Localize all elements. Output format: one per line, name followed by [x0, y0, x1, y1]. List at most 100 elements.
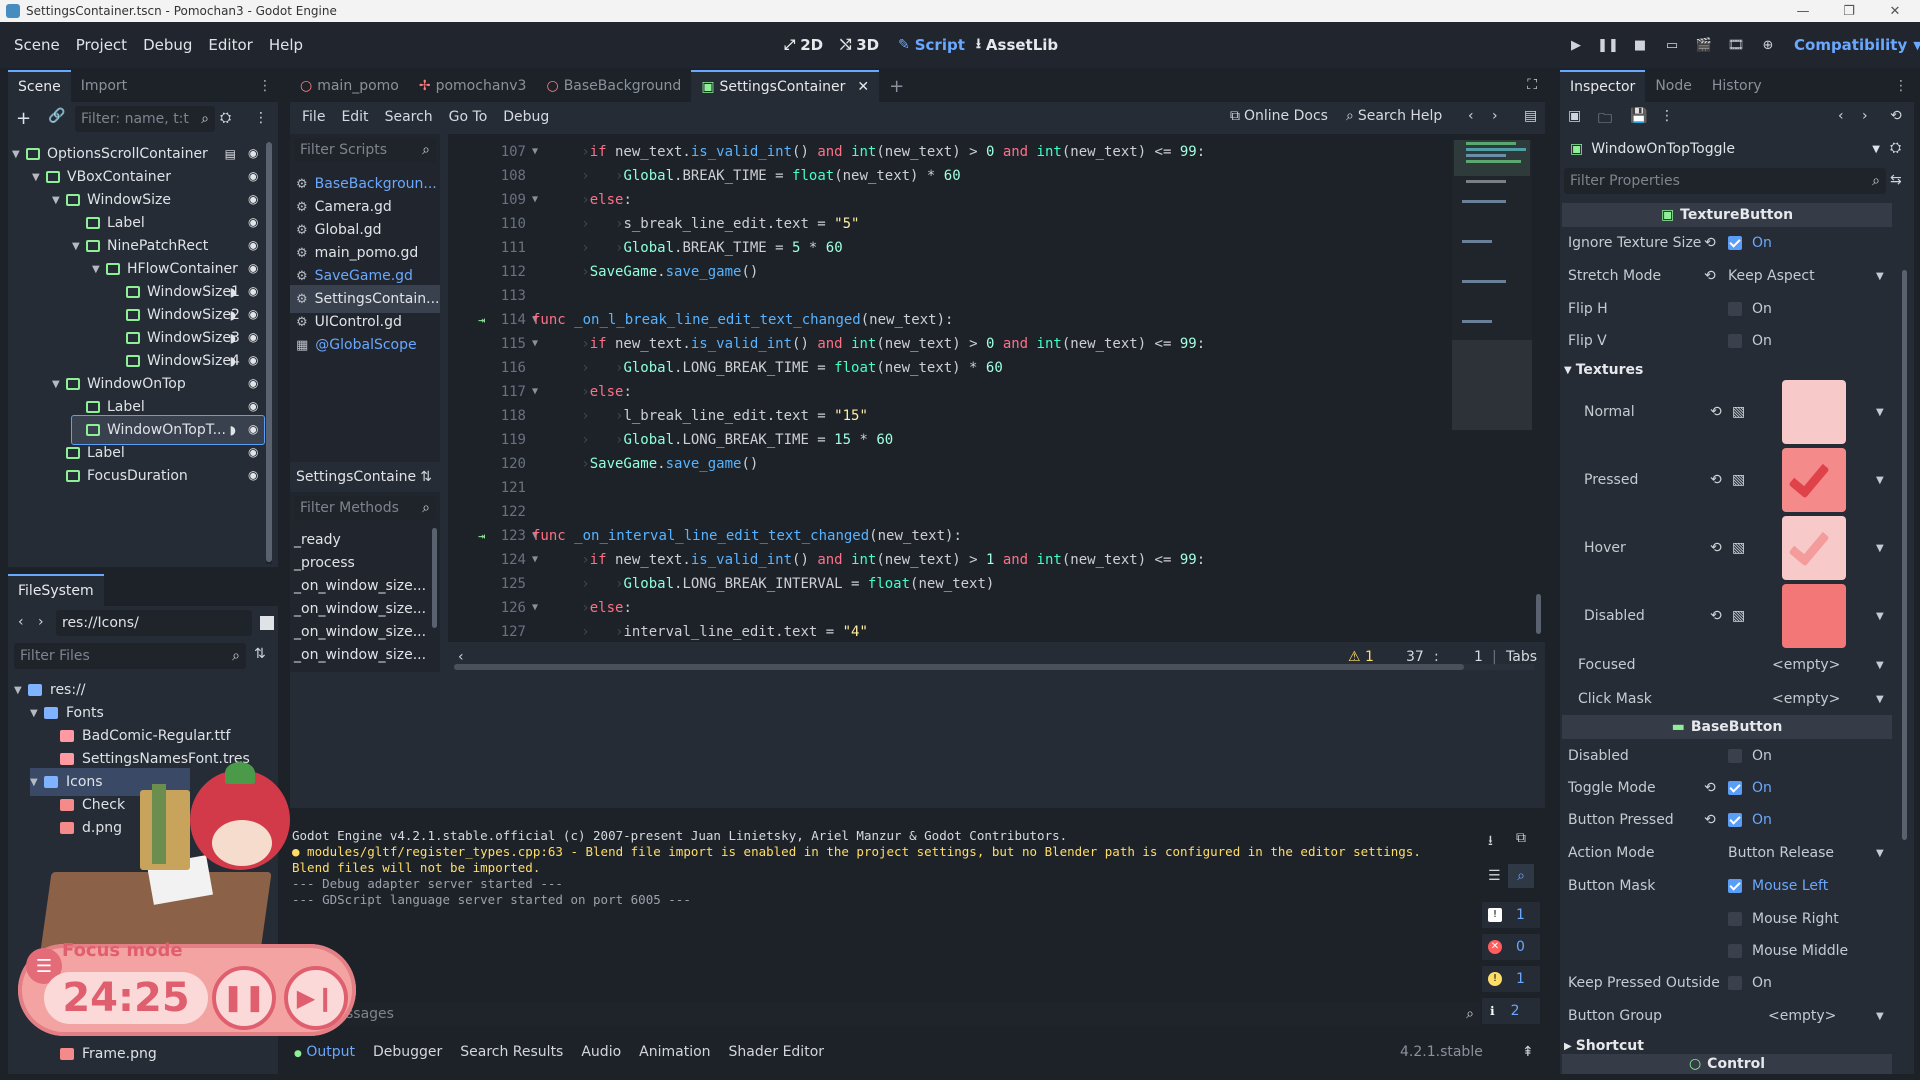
script-menu-debug[interactable]: Debug [495, 109, 557, 125]
checkbox[interactable] [1728, 749, 1742, 763]
fold-arrow-icon[interactable]: ▼ [532, 140, 538, 164]
property-value[interactable]: On [1728, 780, 1772, 796]
signal-icon[interactable]: ◗ [230, 331, 236, 345]
filter-warnings-button[interactable]: ! 1 [1482, 966, 1540, 992]
visibility-eye-icon[interactable]: ◉ [248, 307, 264, 323]
toggle-panel-icon[interactable]: ▤ [1524, 108, 1537, 124]
next-object-icon[interactable]: › [1862, 108, 1868, 124]
close-window-icon[interactable]: ✕ [1872, 0, 1918, 22]
property-value[interactable]: On [1728, 812, 1772, 828]
texture-property[interactable]: Pressed ⟲ ▧ ▼ [1560, 448, 1900, 512]
script-menu-edit[interactable]: Edit [333, 109, 376, 125]
signal-connection-icon[interactable]: ⇥ [478, 524, 485, 548]
collapse-left-icon[interactable]: ‹ [458, 649, 464, 665]
script-menu-file[interactable]: File [294, 109, 333, 125]
script-item[interactable]: ▦ @GlobalScope [290, 331, 440, 359]
copy-log-icon[interactable]: ⧉ [1516, 830, 1526, 846]
prop-focused[interactable]: Focused <empty> ▼ [1560, 650, 1900, 680]
play-custom-scene-icon[interactable]: 🎞 [1725, 34, 1747, 56]
add-tab-icon[interactable]: + [879, 70, 914, 102]
method-item[interactable]: _on_window_size... [290, 641, 430, 669]
menu-debug[interactable]: Debug [135, 36, 200, 54]
texture-preview[interactable] [1782, 516, 1846, 580]
section-basebutton[interactable]: ▬ BaseButton [1562, 715, 1892, 739]
filter-methods-input[interactable]: Filter Methods ⌕ [294, 496, 436, 520]
texture-property[interactable]: Hover ⟲ ▧ ▼ [1560, 516, 1900, 580]
signal-icon[interactable]: ◗ [230, 354, 236, 368]
indent-mode[interactable]: Tabs [1506, 649, 1537, 665]
inspector-options-icon[interactable]: ⇆ [1890, 172, 1902, 188]
tab-node[interactable]: Node [1645, 70, 1702, 102]
chevron-down-icon[interactable]: ▼ [30, 777, 40, 788]
property-value[interactable]: On [1728, 975, 1772, 991]
inspector-property[interactable]: Mouse Right [1560, 904, 1900, 934]
checkbox[interactable] [1728, 236, 1742, 250]
methods-scrollbar[interactable] [432, 528, 437, 628]
visibility-eye-icon[interactable]: ◉ [248, 353, 264, 369]
chevron-down-icon[interactable]: ▼ [1876, 407, 1884, 418]
visibility-eye-icon[interactable]: ◉ [248, 468, 264, 484]
tab-history[interactable]: History [1702, 70, 1772, 102]
checkbox[interactable] [1728, 781, 1742, 795]
tab-settingscontainer[interactable]: ▣ SettingsContainer ✕ [691, 70, 880, 102]
revert-icon[interactable]: ⟲ [1704, 268, 1716, 284]
filter-all-button[interactable]: ! 1 [1482, 902, 1540, 928]
scene-tree-scrollbar[interactable] [266, 142, 272, 564]
workspace-script-button[interactable]: ✎ Script [898, 22, 965, 68]
chevron-down-icon[interactable]: ▼ [1876, 611, 1884, 622]
inspector-property[interactable]: Flip H On [1560, 294, 1900, 324]
checkbox[interactable] [1728, 944, 1742, 958]
checkbox[interactable] [1728, 334, 1742, 348]
tab-scene[interactable]: Scene [8, 70, 71, 102]
load-texture-icon[interactable]: ▧ [1732, 608, 1745, 624]
visibility-eye-icon[interactable]: ◉ [248, 376, 264, 392]
visibility-eye-icon[interactable]: ◉ [248, 215, 264, 231]
chevron-down-icon[interactable]: ▼ [72, 241, 82, 252]
inspector-scrollbar[interactable] [1902, 270, 1907, 840]
revert-icon[interactable]: ⟲ [1710, 404, 1722, 420]
visibility-eye-icon[interactable]: ◉ [248, 146, 264, 162]
output-filter-input[interactable]: ssages ⌕ [310, 1002, 1480, 1026]
split-mode-icon[interactable] [260, 616, 274, 630]
tab-pomochanv3[interactable]: ✢ pomochanv3 [409, 70, 537, 102]
warning-count[interactable]: ⚠ 1 [1348, 649, 1374, 665]
tab-animation[interactable]: Animation [639, 1044, 710, 1060]
remote-debug-icon[interactable]: ▭ [1661, 34, 1683, 56]
tab-inspector[interactable]: Inspector [1560, 70, 1646, 102]
property-value[interactable]: Mouse Left [1728, 878, 1828, 894]
revert-icon[interactable]: ⟲ [1710, 608, 1722, 624]
code-minimap[interactable] [1452, 140, 1532, 430]
attach-script-icon[interactable]: ⛭ [220, 110, 231, 126]
checkbox[interactable] [1728, 976, 1742, 990]
collapse-duplicates-icon[interactable]: ☰ [1488, 868, 1501, 884]
show-search-icon[interactable]: ⌕ [1508, 864, 1534, 888]
load-texture-icon[interactable]: ▧ [1732, 404, 1745, 420]
inspector-property[interactable]: Mouse Middle [1560, 936, 1900, 966]
open-folder-icon[interactable]: 🗀 [1598, 108, 1612, 132]
filter-errors-button[interactable]: ✕ 0 [1482, 934, 1540, 960]
tab-import[interactable]: Import [71, 70, 137, 102]
filesystem-item[interactable]: Frame.png [46, 1040, 264, 1068]
texture-preview[interactable] [1782, 584, 1846, 648]
tab-main-pomo[interactable]: ○ main_pomo [290, 70, 409, 102]
revert-icon[interactable]: ⟲ [1704, 812, 1716, 828]
checkbox[interactable] [1728, 912, 1742, 926]
close-tab-icon[interactable]: ✕ [857, 79, 869, 95]
property-value[interactable]: Keep Aspect [1728, 268, 1815, 284]
code-editor[interactable]: 107 ▼ ›if new_text.is_valid_int() and int… [448, 134, 1545, 670]
inspector-property[interactable]: Disabled On [1560, 741, 1900, 771]
visibility-eye-icon[interactable]: ◉ [248, 399, 264, 415]
dock-menu-icon[interactable]: ⋮ [1894, 78, 1908, 94]
code-vscrollbar[interactable] [1536, 594, 1541, 634]
fold-arrow-icon[interactable]: ▼ [532, 548, 538, 572]
tab-debugger[interactable]: Debugger [373, 1044, 442, 1060]
play-icon[interactable]: ▶ [1565, 34, 1587, 56]
texture-preview[interactable] [1782, 380, 1846, 444]
revert-icon[interactable]: ⟲ [1710, 540, 1722, 556]
inspector-property[interactable]: Toggle Mode ⟲ On [1560, 773, 1900, 803]
property-value[interactable]: <empty> [1768, 1008, 1836, 1024]
script-menu-search[interactable]: Search [377, 109, 441, 125]
chevron-down-icon[interactable]: ▼ [14, 685, 24, 696]
fold-arrow-icon[interactable]: ▼ [532, 380, 538, 404]
chevron-down-icon[interactable]: ▼ [12, 149, 22, 160]
